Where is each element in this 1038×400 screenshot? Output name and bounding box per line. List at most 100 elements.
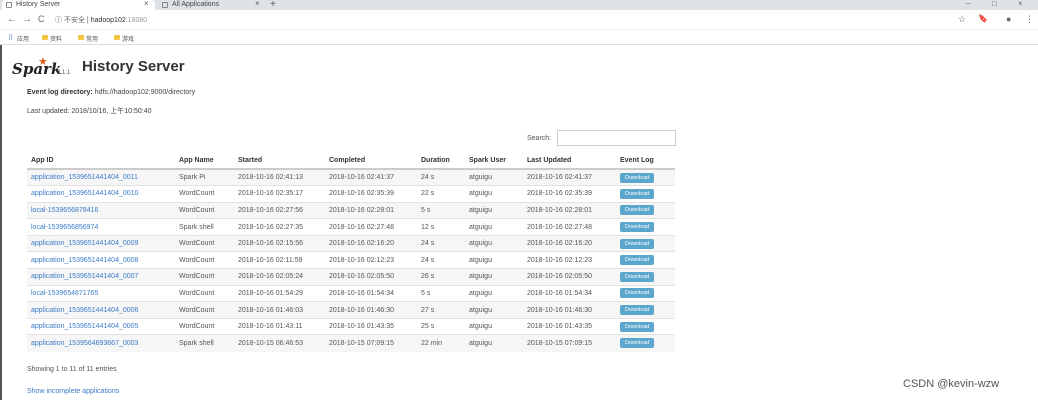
- window-edge: [0, 45, 2, 400]
- app-id-link[interactable]: local-1539654871765: [31, 290, 98, 297]
- app-id-link[interactable]: application_1539651441404_0009: [31, 240, 138, 247]
- table-row: local-1539656856974 Spark shell 2018-10-16…: [27, 218, 675, 236]
- started-cell: 2018-10-16 01:46:03: [234, 301, 325, 319]
- page-title: History Server: [82, 58, 185, 75]
- translate-icon[interactable]: 🔖: [978, 14, 988, 23]
- bookmark-label: 应用: [17, 37, 30, 43]
- download-button[interactable]: Download: [620, 205, 655, 216]
- logo-text: Spark: [12, 60, 62, 78]
- app-id-link[interactable]: application_1539651441404_0005: [31, 323, 138, 330]
- app-id-link[interactable]: application_1539651441404_0011: [31, 174, 138, 181]
- app-id-cell: application_1539651441404_0009: [27, 234, 175, 252]
- app-id-cell: application_1539564693667_0003: [27, 334, 175, 352]
- event-log-cell: Download: [616, 284, 675, 302]
- event-log-cell: Download: [616, 168, 675, 186]
- close-tab-icon[interactable]: ×: [255, 0, 260, 9]
- info-icon[interactable]: ⓘ: [55, 17, 62, 24]
- table-row: application_1539651441404_0006 WordCount 2…: [27, 301, 675, 319]
- minimize-icon[interactable]: –: [966, 0, 970, 8]
- table-row: local-1539654871765 WordCount 2018-10-16 0…: [27, 284, 675, 302]
- column-header-app-name[interactable]: App Name: [175, 152, 234, 170]
- download-button[interactable]: Download: [620, 338, 655, 349]
- app-name-cell: WordCount: [175, 317, 234, 335]
- bookmark-label: 游戏: [122, 37, 135, 43]
- download-button[interactable]: Download: [620, 172, 655, 183]
- download-button[interactable]: Download: [620, 271, 655, 282]
- download-button[interactable]: Download: [620, 255, 655, 266]
- last-updated: Last updated: 2018/10/16, 上午10:50:40: [27, 108, 152, 115]
- duration-cell: 27 s: [417, 301, 465, 319]
- new-tab-button[interactable]: +: [270, 0, 276, 10]
- bookmarks-bar: ⠿ 应用 资料 常用 游戏: [0, 31, 1038, 45]
- table-row: application_1539564693667_0003 Spark shel…: [27, 334, 675, 352]
- bookmark-label: 常用: [86, 37, 99, 43]
- download-button[interactable]: Download: [620, 321, 655, 332]
- last-updated-cell: 2018-10-16 02:41:37: [523, 168, 616, 186]
- menu-icon[interactable]: ⋮: [1025, 14, 1034, 25]
- profile-icon[interactable]: ●: [1006, 14, 1011, 24]
- column-header-completed[interactable]: Completed: [325, 152, 417, 170]
- app-name-cell: WordCount: [175, 234, 234, 252]
- column-header-event-log[interactable]: Event Log: [616, 152, 675, 170]
- event-log-label: Event log directory:: [27, 89, 93, 96]
- bookmark-apps[interactable]: ⠿ 应用: [8, 34, 29, 43]
- app-id-cell: local-1539654871765: [27, 284, 175, 302]
- download-button[interactable]: Download: [620, 222, 655, 233]
- download-button[interactable]: Download: [620, 188, 655, 199]
- tab-all-applications[interactable]: All Applications ×: [158, 0, 268, 10]
- app-id-link[interactable]: local-1539656878416: [31, 207, 98, 214]
- started-cell: 2018-10-16 02:27:56: [234, 201, 325, 219]
- back-icon[interactable]: ←: [7, 14, 17, 25]
- download-button[interactable]: Download: [620, 305, 655, 316]
- app-id-link[interactable]: application_1539564693667_0003: [31, 340, 138, 347]
- column-header-spark-user[interactable]: Spark User: [465, 152, 523, 170]
- started-cell: 2018-10-16 02:11:59: [234, 251, 325, 269]
- app-id-link[interactable]: application_1539651441404_0008: [31, 257, 138, 264]
- started-cell: 2018-10-16 01:43:11: [234, 317, 325, 335]
- app-id-link[interactable]: application_1539651441404_0006: [31, 307, 138, 314]
- reload-icon[interactable]: C: [38, 14, 45, 24]
- column-header-last-updated[interactable]: Last Updated: [523, 152, 616, 170]
- tab-bar: History Server × All Applications × + – …: [0, 0, 1038, 10]
- bookmark-star-icon[interactable]: ☆: [958, 14, 966, 25]
- maximize-icon[interactable]: □: [992, 0, 997, 8]
- spark-user-cell: atguigu: [465, 168, 523, 186]
- show-incomplete-link[interactable]: Show incomplete applications: [27, 388, 119, 395]
- tab-history-server[interactable]: History Server ×: [2, 0, 155, 10]
- table-row: application_1539651441404_0010 WordCount 2…: [27, 185, 675, 203]
- spark-user-cell: atguigu: [465, 201, 523, 219]
- url-field[interactable]: ⓘ 不安全 | hadoop102:18080: [55, 14, 935, 27]
- app-id-cell: application_1539651441404_0010: [27, 185, 175, 203]
- app-id-cell: application_1539651441404_0007: [27, 268, 175, 286]
- spark-logo[interactable]: Spark ★: [12, 56, 61, 80]
- column-header-started[interactable]: Started: [234, 152, 325, 170]
- last-updated-cell: 2018-10-16 02:27:48: [523, 218, 616, 236]
- spark-user-cell: atguigu: [465, 301, 523, 319]
- completed-cell: 2018-10-16 02:28:01: [325, 201, 417, 219]
- bookmark-folder[interactable]: 资料: [42, 34, 62, 43]
- download-button[interactable]: Download: [620, 288, 655, 299]
- url-host: hadoop102: [90, 17, 126, 24]
- table-row: application_1539651441404_0007 WordCount 2…: [27, 268, 675, 286]
- column-header-app-id[interactable]: App ID: [27, 152, 175, 170]
- close-window-icon[interactable]: ×: [1018, 0, 1023, 8]
- spark-user-cell: atguigu: [465, 185, 523, 203]
- bookmark-folder[interactable]: 常用: [78, 34, 98, 43]
- last-updated-cell: 2018-10-15 07:09:15: [523, 334, 616, 352]
- bookmark-folder[interactable]: 游戏: [114, 34, 134, 43]
- last-updated-cell: 2018-10-16 02:28:01: [523, 201, 616, 219]
- page-icon: [6, 2, 12, 8]
- folder-icon: [42, 35, 48, 40]
- forward-icon[interactable]: →: [22, 14, 32, 25]
- search-input[interactable]: [557, 130, 676, 146]
- app-id-link[interactable]: local-1539656856974: [31, 224, 98, 231]
- download-button[interactable]: Download: [620, 238, 655, 249]
- close-tab-icon[interactable]: ×: [144, 0, 149, 9]
- app-id-link[interactable]: application_1539651441404_0007: [31, 273, 138, 280]
- app-id-cell: local-1539656856974: [27, 218, 175, 236]
- column-header-duration[interactable]: Duration: [417, 152, 465, 170]
- duration-cell: 26 s: [417, 268, 465, 286]
- app-id-link[interactable]: application_1539651441404_0010: [31, 190, 138, 197]
- app-name-cell: Spark shell: [175, 218, 234, 236]
- completed-cell: 2018-10-16 02:35:39: [325, 185, 417, 203]
